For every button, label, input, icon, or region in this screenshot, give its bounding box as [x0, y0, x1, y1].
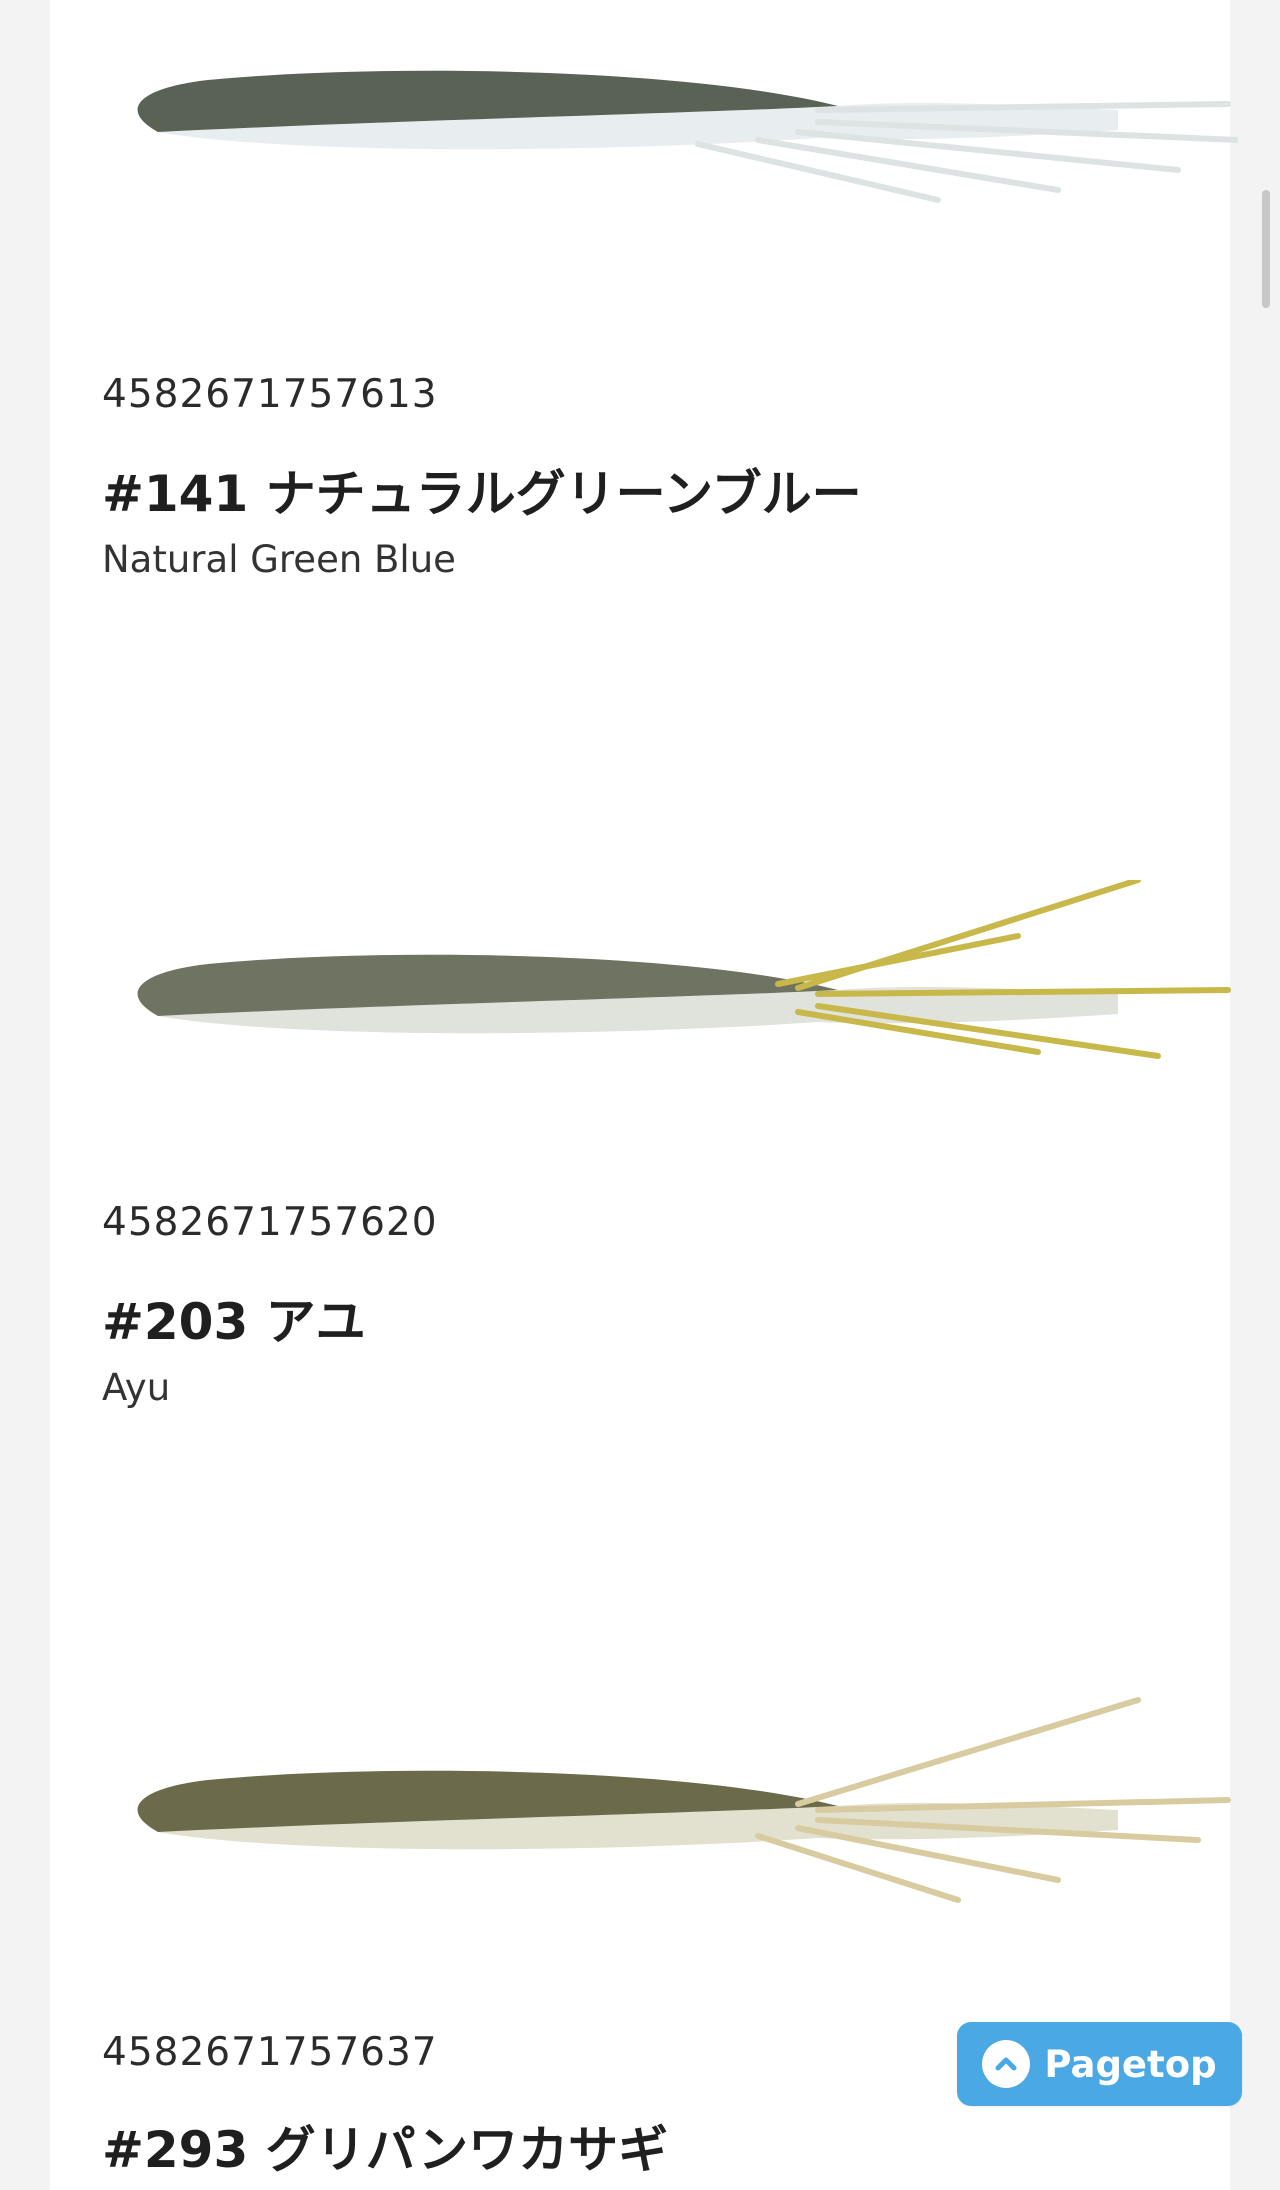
lure-image	[137, 880, 1231, 1059]
color-name: #293 グリパンワカサギ	[102, 2121, 669, 2179]
color-name: #203 アユ	[102, 1293, 366, 1351]
chevron-up-circle-icon	[982, 2040, 1031, 2088]
color-name-english: Natural Green Blue	[102, 538, 456, 581]
pagetop-label: Pagetop	[1044, 2042, 1217, 2086]
color-name-english: Ayu	[102, 1366, 171, 1409]
jan-code: 4582671757637	[102, 2030, 438, 2075]
jan-code: 4582671757620	[102, 1200, 438, 1245]
scrollbar-thumb[interactable]	[1262, 190, 1270, 308]
lure-image	[137, 1697, 1231, 1903]
product-list-panel: 4582671757613 #141 ナチュラルグリーンブルー Natural …	[50, 0, 1238, 2190]
color-name: #141 ナチュラルグリーンブルー	[102, 465, 862, 523]
lure-image	[137, 70, 1238, 203]
pagetop-button[interactable]: Pagetop	[957, 2022, 1242, 2106]
jan-code: 4582671757613	[102, 372, 438, 417]
